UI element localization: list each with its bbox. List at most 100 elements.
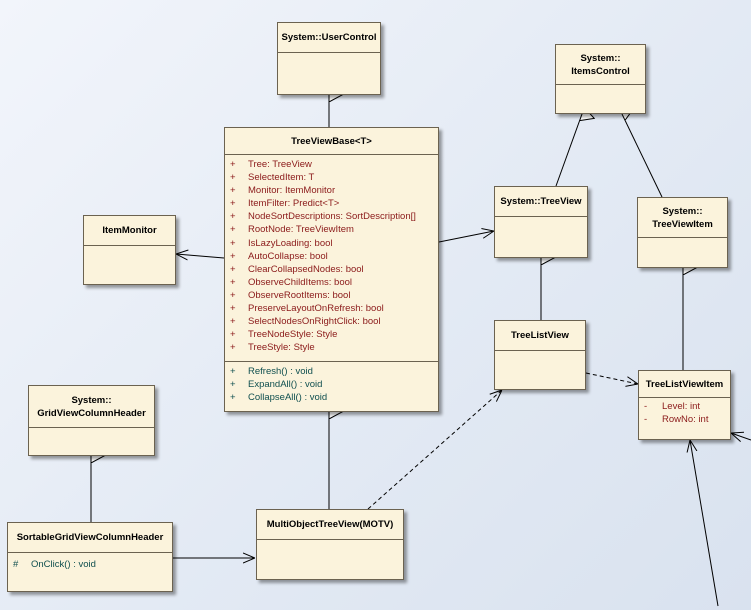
visibility-marker: +	[230, 303, 236, 315]
operations-compartment: + Refresh() : void + ExpandAll() : void + Col…	[225, 362, 438, 404]
assoc-treeviewbase-to-itemmonitor	[176, 254, 225, 258]
attribute-row: + IsLazyLoading: bool	[225, 237, 438, 250]
attribute-text: AutoCollapse: bool	[248, 250, 328, 262]
class-name-line1: System::	[662, 205, 703, 217]
assoc-offscreen-to-treelistviewitem	[731, 433, 751, 440]
attribute-text: TreeNodeStyle: Style	[248, 329, 338, 341]
gen-treeviewitem-to-itemscontrol	[622, 114, 663, 198]
attribute-text: RootNode: TreeViewItem	[248, 224, 354, 236]
attribute-row: + ClearCollapsedNodes: bool	[225, 263, 438, 276]
visibility-marker: +	[230, 263, 236, 275]
visibility-marker: +	[230, 276, 236, 288]
attribute-row: + RootNode: TreeViewItem	[225, 223, 438, 236]
class-name-line2: ItemsControl	[571, 65, 630, 77]
attribute-text: Monitor: ItemMonitor	[248, 185, 336, 197]
attribute-row: + SelectedItem: T	[225, 171, 438, 184]
class-tree-list-view[interactable]: TreeListView	[494, 320, 586, 390]
attribute-row: + ItemFilter: Predict<T>	[225, 197, 438, 210]
operation-text: OnClick() : void	[31, 559, 96, 570]
class-tree-list-view-item[interactable]: TreeListViewItem - Level: int - RowNo: int	[638, 370, 731, 440]
visibility-marker: +	[230, 379, 236, 391]
class-name: MultiObjectTreeView(MOTV)	[257, 510, 403, 540]
class-name: SortableGridViewColumnHeader	[8, 523, 172, 553]
class-name: System::UserControl	[278, 23, 380, 53]
visibility-marker: +	[230, 224, 236, 236]
attribute-row: + TreeNodeStyle: Style	[225, 328, 438, 341]
class-tree-view-item[interactable]: System:: TreeViewItem	[637, 197, 728, 268]
attribute-text: ItemFilter: Predict<T>	[248, 198, 340, 210]
operation-row: # OnClick() : void	[8, 558, 172, 571]
attribute-row: - Level: int	[639, 400, 730, 413]
operation-text: ExpandAll() : void	[248, 379, 323, 391]
attribute-text: IsLazyLoading: bool	[248, 237, 333, 249]
attribute-row: + Tree: TreeView	[225, 158, 438, 171]
operation-row: + Refresh() : void	[225, 365, 438, 378]
class-tree-view[interactable]: System::TreeView	[494, 186, 588, 258]
attribute-row: - RowNo: int	[639, 413, 730, 426]
attribute-row: + Monitor: ItemMonitor	[225, 184, 438, 197]
class-name: TreeListView	[495, 321, 585, 351]
visibility-marker: +	[230, 329, 236, 341]
attribute-text: ObserveRootItems: bool	[248, 289, 351, 301]
attribute-row: + SelectNodesOnRightClick: bool	[225, 315, 438, 328]
operations-compartment: # OnClick() : void	[8, 553, 172, 571]
visibility-marker: +	[230, 211, 236, 223]
attribute-row: + ObserveChildItems: bool	[225, 276, 438, 289]
attributes-compartment: + Tree: TreeView + SelectedItem: T + Monitor:…	[225, 155, 438, 362]
attribute-text: NodeSortDescriptions: SortDescription[]	[248, 211, 416, 223]
class-name: System::TreeView	[495, 187, 587, 217]
class-name-line1: System::	[71, 394, 112, 406]
attribute-text: RowNo: int	[662, 414, 709, 426]
attribute-text: SelectedItem: T	[248, 172, 315, 184]
operation-text: Refresh() : void	[248, 366, 313, 377]
visibility-marker: +	[230, 172, 236, 184]
visibility-marker: #	[13, 559, 19, 570]
class-multi-object-tree-view[interactable]: MultiObjectTreeView(MOTV)	[256, 509, 404, 580]
visibility-marker: -	[644, 401, 648, 412]
attribute-text: ClearCollapsedNodes: bool	[248, 263, 364, 275]
attribute-text: TreeStyle: Style	[248, 342, 315, 354]
assoc-to-treelistviewitem-upward	[690, 440, 719, 607]
operation-text: CollapseAll() : void	[248, 392, 328, 404]
attribute-text: ObserveChildItems: bool	[248, 276, 353, 288]
class-name-line1: System::	[580, 52, 621, 64]
class-tree-view-base[interactable]: TreeViewBase<T> + Tree: TreeView + Selected…	[224, 127, 439, 412]
attribute-row: + NodeSortDescriptions: SortDescription[]	[225, 210, 438, 223]
visibility-marker: +	[230, 289, 236, 301]
attribute-row: + PreserveLayoutOnRefresh: bool	[225, 302, 438, 315]
class-name: System:: GridViewColumnHeader	[29, 386, 154, 428]
class-name: ItemMonitor	[84, 216, 175, 246]
attribute-text: PreserveLayoutOnRefresh: bool	[248, 303, 384, 315]
attribute-text: Level: int	[662, 401, 701, 412]
class-item-monitor[interactable]: ItemMonitor	[83, 215, 176, 285]
assoc-treeviewbase-to-treeview	[438, 231, 494, 243]
visibility-marker: +	[230, 250, 236, 262]
class-user-control[interactable]: System::UserControl	[277, 22, 381, 95]
attribute-text: Tree: TreeView	[248, 159, 312, 170]
visibility-marker: +	[230, 392, 236, 404]
class-name: TreeViewBase<T>	[225, 128, 438, 155]
class-name-line2: TreeViewItem	[652, 218, 713, 230]
attribute-row: + ObserveRootItems: bool	[225, 289, 438, 302]
class-name: TreeListViewItem	[639, 371, 730, 398]
class-items-control[interactable]: System:: ItemsControl	[555, 44, 646, 114]
visibility-marker: -	[644, 414, 648, 426]
visibility-marker: +	[230, 316, 236, 328]
class-name: System:: TreeViewItem	[638, 198, 727, 238]
operation-row: + ExpandAll() : void	[225, 378, 438, 391]
visibility-marker: +	[230, 366, 236, 377]
attributes-compartment: - Level: int - RowNo: int	[639, 398, 730, 426]
class-name: System:: ItemsControl	[556, 45, 645, 85]
visibility-marker: +	[230, 342, 236, 354]
class-grid-view-column-header[interactable]: System:: GridViewColumnHeader	[28, 385, 155, 456]
gen-treeview-to-itemscontrol	[555, 114, 582, 187]
operation-row: + CollapseAll() : void	[225, 391, 438, 404]
visibility-marker: +	[230, 237, 236, 249]
class-name-line2: GridViewColumnHeader	[37, 407, 146, 419]
attribute-text: SelectNodesOnRightClick: bool	[248, 316, 381, 328]
class-sortable-grid-view-column-header[interactable]: SortableGridViewColumnHeader # OnClick() …	[7, 522, 173, 592]
visibility-marker: +	[230, 198, 236, 210]
attribute-row: + AutoCollapse: bool	[225, 250, 438, 263]
attribute-row: + TreeStyle: Style	[225, 341, 438, 354]
dep-treelistview-to-treelistviewitem	[585, 372, 638, 384]
